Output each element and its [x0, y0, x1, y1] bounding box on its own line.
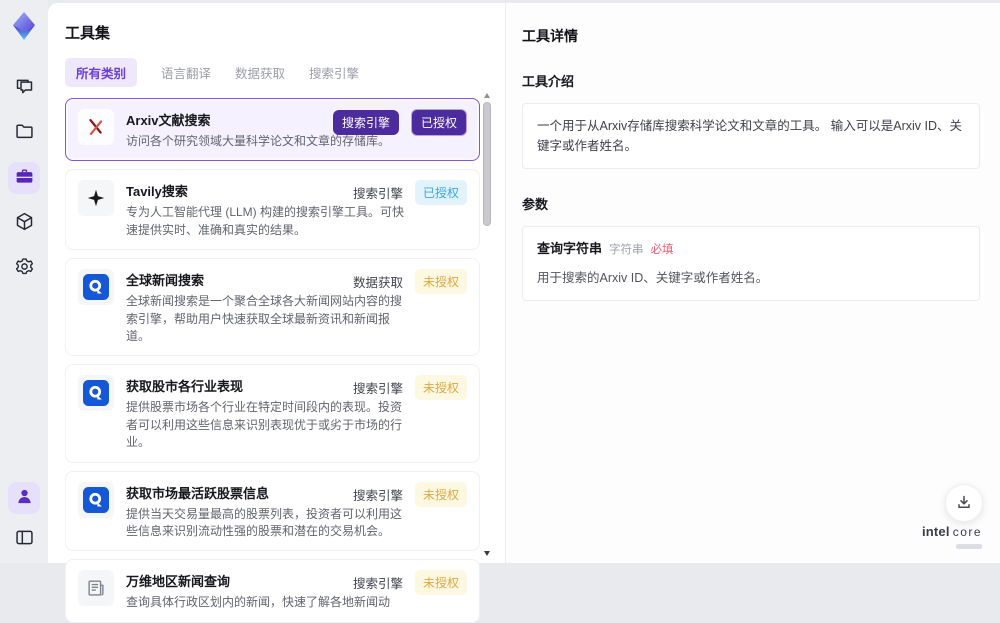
tool-auth-badge: 已授权	[410, 109, 467, 136]
tool-card[interactable]: Arxiv文献搜索 访问各个研究领域大量科学论文和文章的存储库。 搜索引擎 已授…	[65, 98, 480, 162]
category-tab-1[interactable]: 语言翻译	[161, 58, 211, 87]
toolbox-icon	[14, 166, 35, 190]
tool-category-label: 搜索引擎	[332, 110, 399, 135]
tool-tags: 数据获取 未授权	[352, 269, 467, 295]
param-type: 字符串	[609, 244, 644, 256]
params-box: 查询字符串 字符串 必填 用于搜索的Arxiv ID、关键字或作者姓名。	[522, 226, 980, 301]
sidebar-item-tools[interactable]	[8, 162, 40, 194]
tool-list-panel: 工具集 所有类别 语言翻译 数据获取 搜索引擎 Arxiv文献搜索 访问各个研究领域大…	[48, 3, 505, 623]
chat-icon	[14, 76, 35, 100]
tool-category-label: 搜索引擎	[352, 488, 403, 503]
detail-title: 工具详情	[522, 28, 578, 44]
intel-ultra-badge	[956, 544, 982, 549]
core-brand-text: core	[952, 525, 983, 539]
user-icon	[14, 486, 35, 510]
tool-category-label: 搜索引擎	[352, 187, 403, 202]
tool-tags: 搜索引擎 已授权	[332, 109, 467, 136]
sidebar-item-settings[interactable]	[8, 252, 40, 284]
list-scrollbar[interactable]	[482, 89, 492, 559]
params-section-label: 参数	[522, 197, 549, 212]
sidebar-item-chat[interactable]	[8, 72, 40, 104]
tool-description: 全球新闻搜索是一个聚合全球各大新闻网站内容的搜索引擎，帮助用户快速获取全球最新资…	[126, 294, 403, 343]
tool-description: 专为人工智能代理 (LLM) 构建的搜索引擎工具。可快速提供实时、准确和真实的结…	[126, 205, 405, 237]
gear-icon	[14, 256, 35, 280]
tool-description: 查询具体行政区划内的新闻，快速了解各地新闻动	[126, 595, 391, 610]
scrollbar-up-arrow-icon[interactable]	[484, 93, 490, 98]
tavily-icon	[78, 180, 114, 217]
tool-card[interactable]: 全球新闻搜索 全球新闻搜索是一个聚合全球各大新闻网站内容的搜索引擎，帮助用户快速…	[65, 258, 480, 357]
sidebar-item-collapse[interactable]	[8, 523, 40, 555]
news-icon	[78, 481, 114, 518]
tool-card[interactable]: 获取股市各行业表现 提供股票市场各个行业在特定时间段内的表现。投资者可以利用这些…	[65, 364, 480, 463]
category-tab-2[interactable]: 数据获取	[235, 58, 285, 87]
tool-description: 提供当天交易量最高的股票列表，投资者可以利用这些信息来识别流动性强的股票和潜在的…	[126, 506, 403, 538]
tool-cards-list: Arxiv文献搜索 访问各个研究领域大量科学论文和文章的存储库。 搜索引擎 已授…	[65, 98, 480, 623]
newspaper-icon	[78, 570, 114, 607]
tool-tags: 搜索引擎 未授权	[352, 375, 467, 401]
sidebar-nav	[8, 72, 40, 284]
folder-icon	[14, 121, 35, 145]
param-item: 查询字符串 字符串 必填 用于搜索的Arxiv ID、关键字或作者姓名。	[537, 239, 965, 288]
panel-toggle-icon	[14, 527, 35, 551]
tool-description: 提供股票市场各个行业在特定时间段内的表现。投资者可以利用这些信息来识别表现优于或…	[126, 400, 403, 450]
tool-auth-badge: 未授权	[414, 375, 467, 401]
download-button[interactable]	[945, 484, 983, 522]
param-description: 用于搜索的Arxiv ID、关键字或作者姓名。	[537, 270, 769, 285]
tool-auth-badge: 未授权	[414, 269, 467, 295]
tool-detail-panel: 工具详情 工具介绍 一个用于从Arxiv存储库搜索科学论文和文章的工具。 输入可…	[505, 3, 1000, 563]
intel-brand-text: intel	[921, 524, 950, 539]
tool-tags: 搜索引擎 已授权	[352, 180, 467, 206]
tool-auth-badge: 已授权	[414, 180, 467, 206]
download-icon	[956, 494, 972, 513]
param-header: 查询字符串 字符串 必填	[537, 239, 965, 260]
scrollbar-thumb[interactable]	[483, 102, 491, 226]
cube-icon	[14, 211, 35, 235]
tool-intro-text: 一个用于从Arxiv存储库搜索科学论文和文章的工具。 输入可以是Arxiv ID…	[522, 103, 980, 169]
sidebar-bottom	[8, 482, 40, 555]
category-tab-3[interactable]: 搜索引擎	[309, 58, 359, 87]
intro-section-label: 工具介绍	[522, 74, 575, 89]
tool-tags: 搜索引擎 未授权	[352, 481, 467, 507]
tool-card[interactable]: Tavily搜索 专为人工智能代理 (LLM) 构建的搜索引擎工具。可快速提供实…	[65, 169, 480, 251]
scrollbar-down-arrow-icon[interactable]	[484, 551, 490, 556]
category-tab-0[interactable]: 所有类别	[65, 58, 138, 87]
tool-category-label: 数据获取	[352, 276, 403, 291]
tool-category-label: 搜索引擎	[352, 577, 403, 592]
tool-card[interactable]: 万维地区新闻查询 查询具体行政区划内的新闻，快速了解各地新闻动 搜索引擎 未授权	[65, 559, 480, 623]
page-title: 工具集	[65, 25, 111, 42]
sidebar	[0, 0, 48, 563]
intel-core-logo: intel core	[914, 523, 990, 549]
tool-tags: 搜索引擎 未授权	[352, 570, 467, 596]
arxiv-icon	[78, 109, 114, 145]
sidebar-item-account[interactable]	[8, 482, 40, 514]
sidebar-item-models[interactable]	[8, 207, 40, 239]
tool-auth-badge: 未授权	[414, 570, 467, 596]
tool-card[interactable]: 获取市场最活跃股票信息 提供当天交易量最高的股票列表，投资者可以利用这些信息来识…	[65, 470, 480, 552]
category-tabs: 所有类别 语言翻译 数据获取 搜索引擎	[65, 58, 505, 87]
news-icon	[78, 375, 114, 412]
sidebar-item-files[interactable]	[8, 117, 40, 149]
tool-category-label: 搜索引擎	[352, 382, 403, 397]
app-root: 工具集 所有类别 语言翻译 数据获取 搜索引擎 Arxiv文献搜索 访问各个研究领域大…	[0, 0, 1000, 623]
param-name: 查询字符串	[537, 241, 603, 256]
app-logo-icon[interactable]	[8, 10, 40, 42]
news-icon	[78, 269, 114, 306]
tool-auth-badge: 未授权	[414, 481, 467, 507]
param-required-flag: 必填	[650, 244, 674, 256]
